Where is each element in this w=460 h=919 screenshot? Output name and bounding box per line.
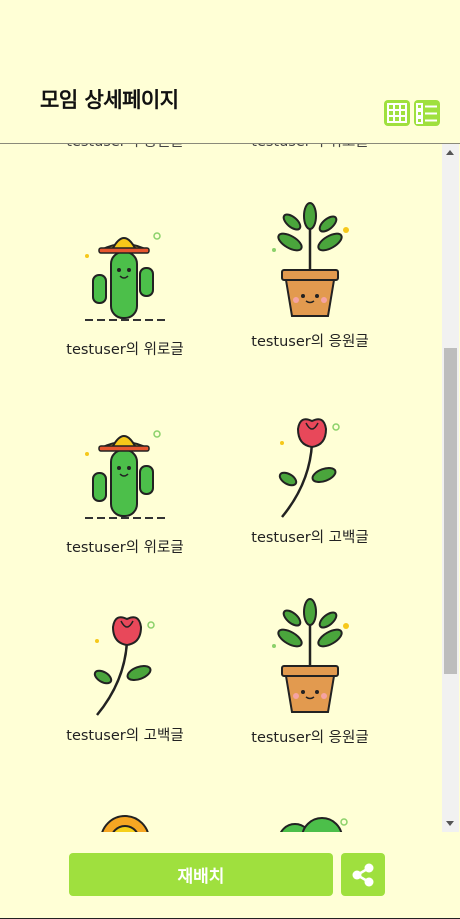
share-icon	[352, 863, 374, 886]
list-icon	[416, 103, 437, 124]
round-cactus-image	[280, 817, 348, 832]
card-item[interactable]: testuser의 응원글	[215, 200, 405, 351]
card-item[interactable]: testuser의 위로글	[30, 220, 220, 359]
scrollbar-thumb[interactable]	[444, 348, 457, 674]
card-caption: testuser의 응원글	[251, 730, 369, 746]
page-header: 모임 상세페이지	[0, 0, 460, 144]
sunflower-image	[101, 815, 149, 832]
footer-bar: 재배치	[0, 832, 460, 919]
list-view-button[interactable]	[414, 100, 440, 126]
card-partial-top-right[interactable]: testuser의 위로글	[215, 144, 405, 151]
card-caption: testuser의 응원글	[251, 334, 369, 350]
rose-image	[93, 616, 155, 716]
rose-image	[278, 418, 340, 518]
scroll-down-arrow-icon[interactable]	[446, 821, 454, 826]
card-item[interactable]: testuser의 응원글	[215, 596, 405, 747]
grid-icon	[387, 103, 407, 123]
card-caption: testuser의 위로글	[66, 540, 184, 556]
scroll-up-arrow-icon[interactable]	[446, 150, 454, 155]
card-item-partial[interactable]	[215, 804, 405, 832]
card-item[interactable]: testuser의 고백글	[30, 606, 220, 745]
potted-plant-image	[272, 598, 349, 713]
card-caption: testuser의 고백글	[66, 728, 184, 744]
card-partial-top-left[interactable]: testuser의 응원글	[30, 144, 220, 151]
card-caption: testuser의 고백글	[251, 530, 369, 546]
page-title: 모임 상세페이지	[40, 88, 179, 112]
grid-view-button[interactable]	[384, 100, 410, 126]
potted-plant-image	[272, 202, 349, 317]
share-button[interactable]	[341, 853, 385, 896]
card-caption: testuser의 위로글	[215, 144, 405, 151]
cactus-sombrero-image	[85, 430, 165, 519]
card-item[interactable]: testuser의 고백글	[215, 408, 405, 547]
rearrange-button[interactable]: 재배치	[69, 853, 333, 896]
cactus-sombrero-image	[85, 232, 165, 321]
card-grid[interactable]: testuser의 응원글 testuser의 위로글 testuser의 위로…	[0, 144, 442, 832]
card-caption: testuser의 위로글	[66, 342, 184, 358]
scrollbar[interactable]	[442, 144, 459, 832]
card-item[interactable]: testuser의 위로글	[30, 418, 220, 557]
card-item-partial[interactable]	[30, 804, 220, 832]
card-caption: testuser의 응원글	[30, 144, 220, 151]
